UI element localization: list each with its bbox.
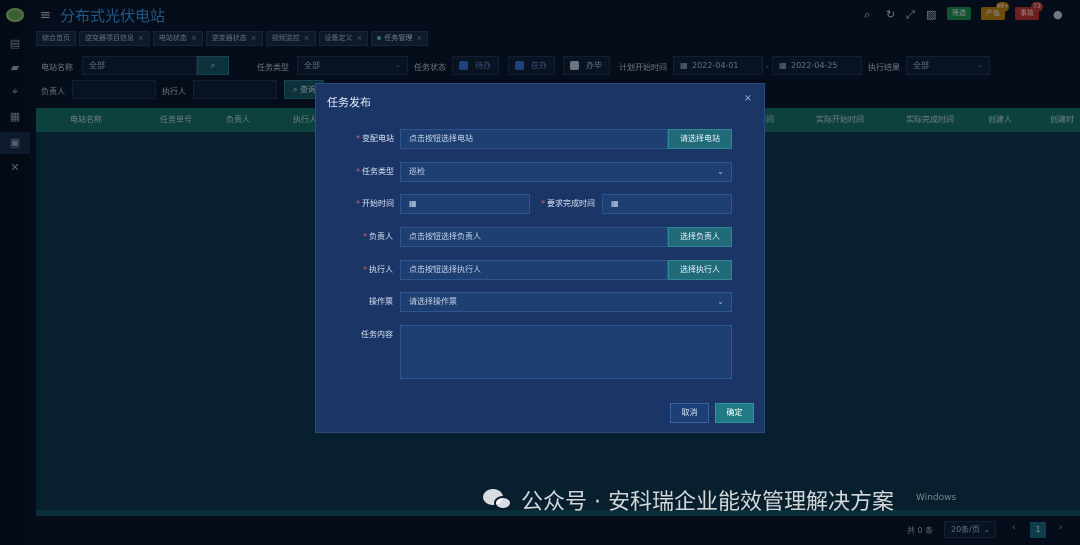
windows-watermark: Windows	[916, 493, 957, 503]
select-station-button[interactable]: 请选择电站	[668, 129, 732, 149]
owner-field-label: * 负责人	[363, 232, 393, 241]
station-field[interactable]: 点击按钮选择电站	[400, 129, 668, 149]
calendar-icon: ▦	[611, 199, 619, 208]
wechat-icon	[483, 487, 513, 513]
chevron-down-icon: ⌄	[717, 297, 724, 306]
station-field-label: * 变配电站	[356, 134, 394, 143]
task-type-select[interactable]: 巡检 ⌄	[400, 162, 732, 182]
chevron-down-icon: ⌄	[717, 167, 724, 176]
confirm-button[interactable]: 确定	[715, 403, 754, 423]
dialog-title: 任务发布	[327, 96, 371, 109]
task-type-field-label: * 任务类型	[356, 167, 394, 176]
close-icon[interactable]: ×	[744, 93, 752, 104]
executor-field-label: * 执行人	[363, 265, 393, 274]
calendar-icon: ▦	[409, 199, 417, 208]
ticket-field-label: 操作票	[369, 297, 393, 306]
cancel-button[interactable]: 取消	[670, 403, 709, 423]
content-field-label: 任务内容	[361, 330, 393, 339]
watermark: 公众号 · 安科瑞企业能效管理解决方案	[483, 484, 894, 516]
select-executor-button[interactable]: 选择执行人	[668, 260, 732, 280]
select-owner-button[interactable]: 选择负责人	[668, 227, 732, 247]
task-publish-dialog: 任务发布 × * 变配电站 点击按钮选择电站 请选择电站 * 任务类型 巡检 ⌄ * 开…	[315, 83, 765, 433]
start-time-input[interactable]: ▦	[400, 194, 530, 214]
owner-field[interactable]: 点击按钮选择负责人	[400, 227, 668, 247]
task-content-textarea[interactable]	[400, 325, 732, 379]
start-time-label: * 开始时间	[356, 199, 394, 208]
due-time-label: * 要求完成时间	[541, 199, 595, 208]
watermark-text: 公众号 · 安科瑞企业能效管理解决方案	[521, 490, 894, 515]
due-time-input[interactable]: ▦	[602, 194, 732, 214]
executor-field[interactable]: 点击按钮选择执行人	[400, 260, 668, 280]
ticket-select[interactable]: 请选择操作票 ⌄	[400, 292, 732, 312]
